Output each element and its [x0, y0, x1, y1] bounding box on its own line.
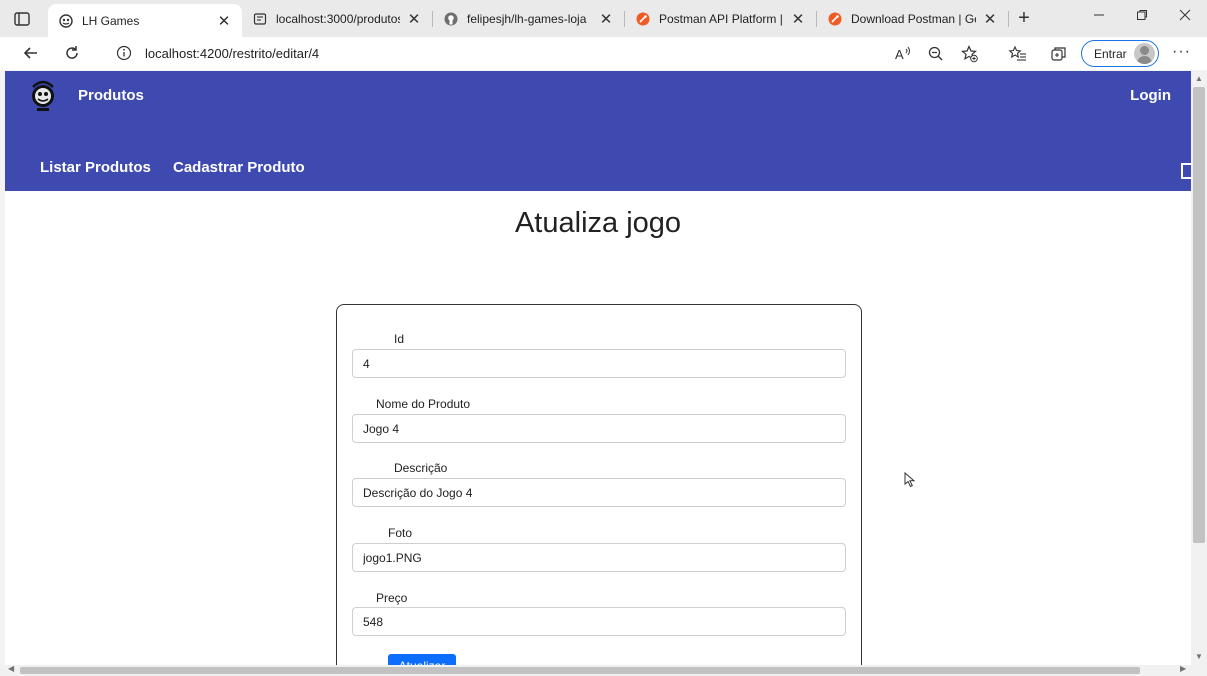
preco-label: Preço: [376, 591, 408, 605]
page-viewport: Produtos Login Listar Produtos Cadastrar…: [5, 71, 1191, 665]
close-tab-icon[interactable]: ✕: [598, 10, 614, 28]
tab-github[interactable]: felipesjh/lh-games-loja ✕: [433, 4, 624, 34]
tab-title: felipesjh/lh-games-loja: [467, 12, 587, 26]
brand-title[interactable]: Produtos: [78, 87, 144, 104]
tab-actions-icon[interactable]: [12, 9, 32, 29]
id-field[interactable]: [352, 349, 846, 378]
horizontal-scroll-thumb[interactable]: [20, 667, 1140, 674]
local-page-icon: [252, 11, 268, 27]
preco-field[interactable]: [352, 607, 846, 636]
nome-produto-field[interactable]: [352, 414, 846, 443]
scroll-right-icon[interactable]: ▶: [1180, 664, 1186, 673]
horizontal-scrollbar[interactable]: ◀ ▶: [0, 664, 1207, 676]
close-tab-icon[interactable]: ✕: [982, 10, 998, 28]
tab-title: Postman API Platform | Sig: [659, 12, 784, 26]
add-favorite-icon[interactable]: [960, 44, 980, 64]
vertical-scroll-thumb[interactable]: [1193, 87, 1205, 543]
profile-avatar-icon: [1134, 43, 1155, 64]
descricao-field[interactable]: [352, 478, 846, 507]
close-tab-icon[interactable]: ✕: [216, 12, 232, 30]
logout-icon[interactable]: [1181, 163, 1191, 179]
top-navbar: Produtos Login Listar Produtos Cadastrar…: [5, 71, 1191, 191]
back-arrow-icon[interactable]: [20, 43, 42, 65]
restore-icon[interactable]: [1130, 8, 1154, 28]
postman-icon: [635, 11, 651, 27]
gaming-logo-icon[interactable]: [28, 79, 58, 112]
info-icon[interactable]: [116, 45, 132, 61]
menu-cadastrar-produto[interactable]: Cadastrar Produto: [173, 159, 305, 176]
scroll-up-icon[interactable]: ▲: [1195, 74, 1203, 83]
refresh-icon[interactable]: [61, 43, 83, 65]
tab-separator: [1008, 11, 1009, 27]
tab-lh-games[interactable]: LH Games ✕: [48, 4, 242, 37]
signin-button[interactable]: Entrar: [1081, 40, 1159, 67]
mouse-cursor-icon: [904, 471, 916, 488]
address-bar: localhost:4200/restrito/editar/4 A Entra…: [0, 37, 1207, 70]
minimize-icon[interactable]: [1087, 8, 1111, 28]
postman-icon: [827, 11, 843, 27]
tab-title: localhost:3000/produtos: [276, 12, 400, 26]
github-icon: [443, 11, 459, 27]
foto-field[interactable]: [352, 543, 846, 572]
menu-listar-produtos[interactable]: Listar Produtos: [40, 159, 151, 176]
close-tab-icon[interactable]: ✕: [406, 10, 422, 28]
scroll-left-icon[interactable]: ◀: [8, 664, 14, 673]
zoom-out-icon[interactable]: [926, 44, 946, 64]
descricao-label: Descrição: [394, 461, 448, 475]
page-title: Atualiza jogo: [514, 207, 682, 239]
nome-produto-label: Nome do Produto: [376, 397, 471, 411]
edit-product-form: Id Nome do Produto Descrição Foto Preço …: [336, 304, 862, 665]
foto-label: Foto: [388, 526, 413, 540]
login-link[interactable]: Login: [1130, 87, 1171, 104]
close-window-icon[interactable]: [1173, 8, 1197, 28]
collections-icon[interactable]: [1049, 44, 1069, 64]
url-text[interactable]: localhost:4200/restrito/editar/4: [145, 46, 319, 61]
more-options-icon[interactable]: ···: [1172, 43, 1191, 61]
game-controller-icon: [58, 13, 74, 29]
close-tab-icon[interactable]: ✕: [790, 10, 806, 28]
tab-title: Download Postman | Get S: [851, 12, 976, 26]
vertical-scrollbar[interactable]: ▲ ▼: [1191, 71, 1207, 665]
svg-text:A: A: [895, 47, 904, 62]
new-tab-icon[interactable]: +: [1014, 8, 1034, 28]
tab-title: LH Games: [82, 13, 140, 28]
scroll-down-icon[interactable]: ▼: [1195, 652, 1203, 661]
url-box[interactable]: localhost:4200/restrito/editar/4: [100, 39, 993, 68]
tab-postman-platform[interactable]: Postman API Platform | Sig ✕: [625, 4, 816, 34]
id-label: Id: [394, 332, 405, 346]
tab-bar: LH Games ✕ localhost:3000/produtos ✕ fel…: [0, 0, 1207, 37]
signin-label: Entrar: [1094, 46, 1127, 61]
atualizar-button[interactable]: Atualizar: [388, 654, 456, 665]
favorites-icon[interactable]: [1008, 44, 1028, 64]
tab-localhost-produtos[interactable]: localhost:3000/produtos ✕: [242, 4, 432, 34]
read-aloud-icon[interactable]: A: [893, 44, 913, 64]
tab-postman-download[interactable]: Download Postman | Get S ✕: [817, 4, 1008, 34]
